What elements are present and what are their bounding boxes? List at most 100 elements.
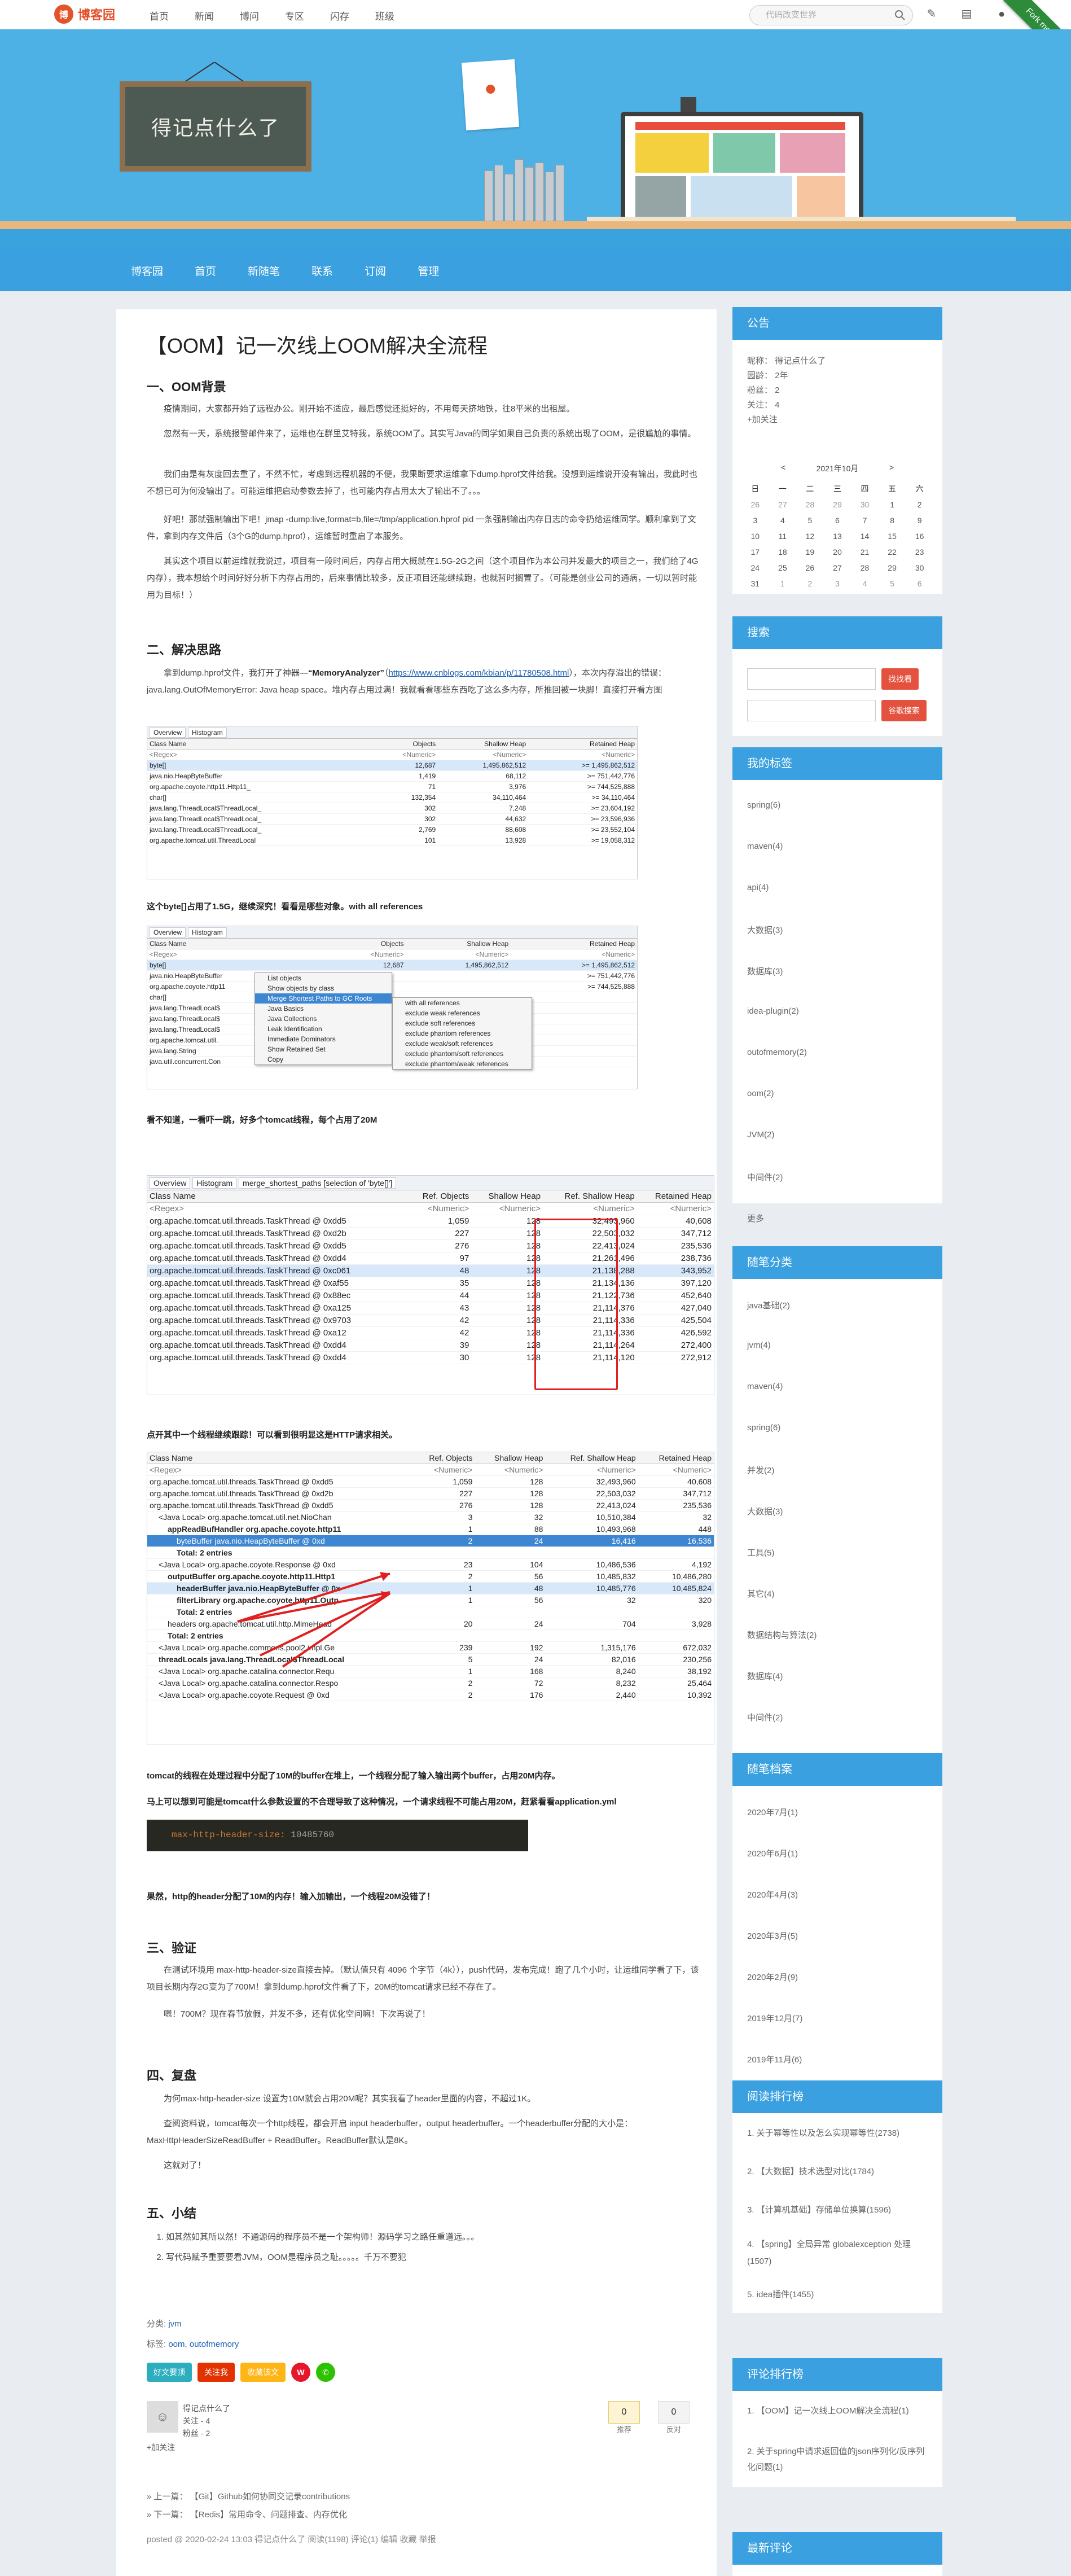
category-item[interactable]: maven(4): [747, 1382, 783, 1391]
archive-item[interactable]: 2020年6月(1): [747, 1847, 798, 1859]
blog-nav-subscribe[interactable]: 订阅: [365, 263, 386, 278]
ranking-item[interactable]: 2. 【大数据】技术选型对比(1784): [747, 2165, 928, 2179]
calendar-prev[interactable]: <: [781, 463, 785, 472]
category-item[interactable]: spring(6): [747, 1423, 780, 1432]
wechat-icon[interactable]: ✆: [316, 2363, 335, 2382]
caption: 看不知道，一看吓一跳，好多个tomcat线程，每个占用了20M: [147, 1115, 378, 1125]
tag-item[interactable]: oom(2): [747, 1089, 774, 1098]
author-follow-count[interactable]: 关注 - 4: [183, 2415, 230, 2427]
col-header: Shallow Heap: [471, 1190, 543, 1203]
menu-item: exclude phantom/soft references: [405, 1050, 504, 1058]
nav-flash[interactable]: 闪存: [330, 8, 349, 23]
ranking-item[interactable]: 1. 【OOM】记一次线上OOM解决全流程(1): [747, 2403, 928, 2419]
edit-icon[interactable]: ✎: [925, 8, 938, 20]
follow-button[interactable]: 关注我: [197, 2363, 235, 2382]
author-fans-count[interactable]: 粉丝 - 2: [183, 2427, 230, 2439]
ranking-item[interactable]: 5. idea插件(1455): [747, 2288, 928, 2302]
blog-nav-new-post[interactable]: 新随笔: [248, 263, 280, 278]
tag-item[interactable]: spring(6): [747, 800, 780, 810]
nav-news[interactable]: 新闻: [195, 8, 214, 23]
notes-icon[interactable]: ▤: [960, 8, 973, 20]
ranking-item[interactable]: 4. 【spring】全局异常 globalexception 处理(1507): [747, 2236, 928, 2270]
category-item[interactable]: 其它(4): [747, 1588, 774, 1600]
upvote-button[interactable]: 0 推荐: [608, 2401, 640, 2434]
tag-item[interactable]: api(4): [747, 883, 769, 892]
cell: 44: [407, 1289, 472, 1302]
sidebar-search-input[interactable]: [747, 668, 876, 690]
calendar-day: 28: [805, 500, 815, 509]
category-item[interactable]: 数据库(4): [747, 1670, 783, 1682]
search-icon[interactable]: [894, 10, 906, 21]
google-search-input[interactable]: [747, 700, 876, 721]
archive-item[interactable]: 2019年11月(6): [747, 2053, 802, 2065]
mat-link[interactable]: https://www.cnblogs.com/kbian/p/11780508…: [388, 668, 569, 678]
recommend-button[interactable]: 好文要顶: [147, 2363, 192, 2382]
cell: 34,110,464: [438, 792, 529, 803]
next-post-link[interactable]: » 下一篇： 【Redis】常用命令、问题排查、内存优化: [147, 2508, 347, 2520]
tag-item[interactable]: outofmemory(2): [747, 1048, 807, 1057]
table-row: org.apache.tomcat.util.threads.TaskThrea…: [147, 1339, 714, 1352]
tag-link[interactable]: outofmemory: [190, 2340, 239, 2349]
category-link[interactable]: jvm: [168, 2319, 181, 2329]
tag-item[interactable]: 数据库(3): [747, 965, 783, 977]
nav-qa[interactable]: 博问: [240, 8, 259, 23]
category-item[interactable]: 大数据(3): [747, 1505, 783, 1517]
tag-item[interactable]: 中间件(2): [747, 1171, 783, 1183]
tags-more-link[interactable]: 更多: [747, 1212, 764, 1224]
category-item[interactable]: 中间件(2): [747, 1711, 783, 1723]
category-item[interactable]: java基础(2): [747, 1299, 790, 1311]
calendar-day: 16: [915, 532, 924, 541]
archive-item[interactable]: 2020年2月(9): [747, 1971, 798, 1983]
ranking-item[interactable]: 1. 关于幂等性以及怎么实现幂等性(2738): [747, 2127, 928, 2140]
prev-post-link[interactable]: » 上一篇： 【Git】Github如何协同交记录contributions: [147, 2490, 350, 2502]
calendar-next[interactable]: >: [889, 463, 894, 472]
bookmark-button[interactable]: 收藏该文: [240, 2363, 286, 2382]
downvote-button[interactable]: 0 反对: [658, 2401, 690, 2434]
tags-label: 标签:: [147, 2340, 166, 2349]
blog-nav-home[interactable]: 首页: [195, 263, 216, 278]
tag-item[interactable]: 大数据(3): [747, 924, 783, 936]
site-search-input[interactable]: 代码改变世界: [749, 5, 913, 25]
archive-item[interactable]: 2019年12月(7): [747, 2012, 802, 2024]
tab-histogram: Histogram: [192, 1177, 237, 1189]
notice-following[interactable]: 关注： 4: [747, 398, 780, 410]
filter-cell: <Regex>: [147, 749, 367, 760]
table-row: org.apache.tomcat.util.threads.TaskThrea…: [147, 1277, 714, 1290]
article-title[interactable]: 【OOM】记一次线上OOM解决全流程: [147, 330, 488, 359]
archive-item[interactable]: 2020年4月(3): [747, 1889, 798, 1900]
menu-item: exclude weak references: [405, 1009, 480, 1017]
tag-link[interactable]: oom: [168, 2340, 185, 2349]
notice-fans[interactable]: 粉丝： 2: [747, 384, 780, 396]
ranking-item[interactable]: 2. 关于spring中请求返回值的json序列化/反序列化问题(1): [747, 2444, 928, 2476]
ranking-item[interactable]: 3. 【计算机基础】存储单位换算(1596): [747, 2203, 928, 2217]
section-heading: 三、验证: [147, 1941, 197, 1955]
blog-title[interactable]: 得记点什么了: [125, 87, 306, 166]
site-logo[interactable]: 博 博客园: [54, 5, 115, 24]
cell: 13,928: [438, 835, 529, 846]
archive-item[interactable]: 2020年7月(1): [747, 1806, 798, 1818]
blog-nav-cnblogs[interactable]: 博客园: [131, 263, 163, 278]
category-item[interactable]: 工具(5): [747, 1547, 774, 1558]
highlight-box: [534, 1219, 618, 1390]
blog-nav-contact[interactable]: 联系: [311, 263, 333, 278]
author-follow-button[interactable]: +加关注: [147, 2442, 175, 2453]
nav-zone[interactable]: 专区: [285, 8, 304, 23]
nav-class[interactable]: 班级: [375, 8, 394, 23]
blog-nav-admin[interactable]: 管理: [418, 263, 439, 278]
category-item[interactable]: 并发(2): [747, 1464, 774, 1476]
zzk-search-button[interactable]: 找找看: [881, 668, 919, 690]
avatar[interactable]: ☺: [147, 2401, 178, 2433]
google-search-button[interactable]: 谷歌搜索: [881, 700, 927, 721]
author-name[interactable]: 得记点什么了: [183, 2402, 230, 2415]
tag-item[interactable]: idea-plugin(2): [747, 1006, 799, 1016]
notice-follow-button[interactable]: +加关注: [747, 413, 778, 425]
category-item[interactable]: 数据结构与算法(2): [747, 1629, 817, 1641]
nav-home[interactable]: 首页: [150, 8, 169, 23]
filter-cell: <Regex>: [147, 949, 324, 960]
tag-item[interactable]: JVM(2): [747, 1130, 774, 1140]
tag-item[interactable]: maven(4): [747, 842, 783, 851]
category-item[interactable]: jvm(4): [747, 1340, 771, 1350]
archive-item[interactable]: 2020年3月(5): [747, 1930, 798, 1942]
tab-merge-paths: merge_shortest_paths [selection of 'byte…: [239, 1177, 397, 1189]
weibo-icon[interactable]: W: [291, 2363, 310, 2382]
